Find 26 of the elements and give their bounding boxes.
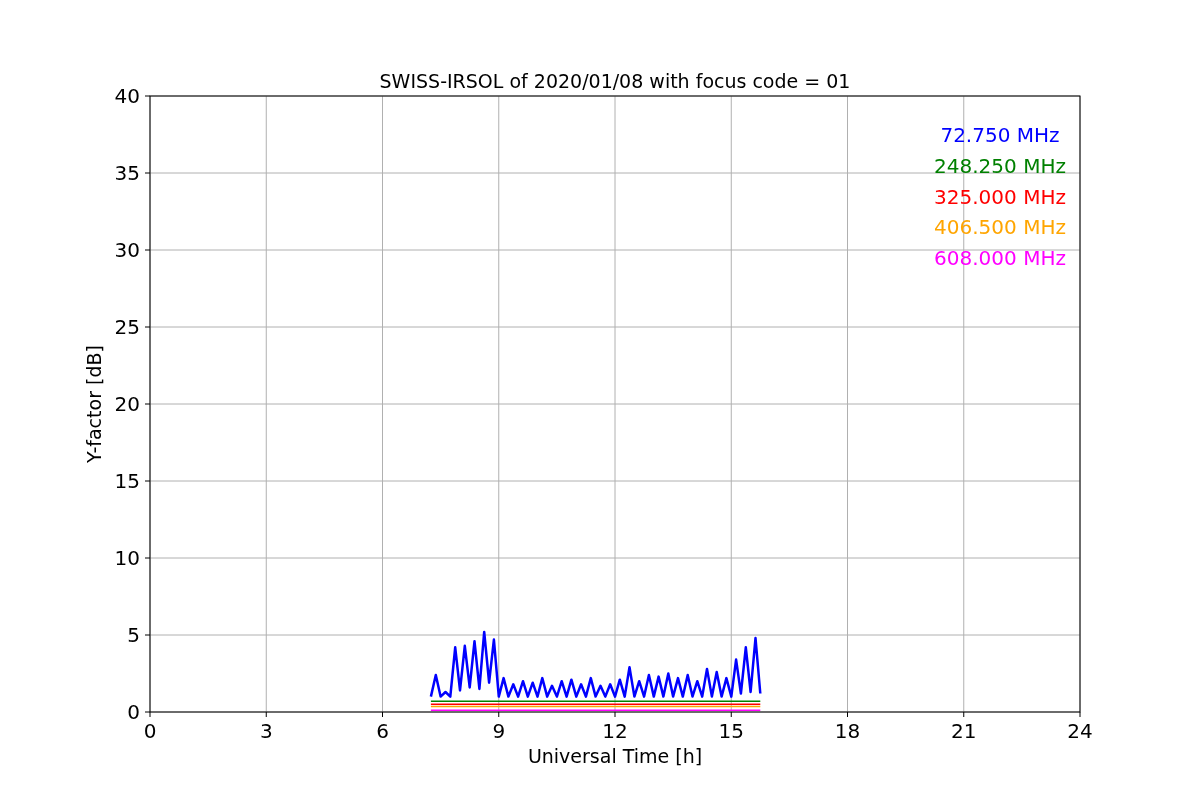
y-tick-label: 15 xyxy=(114,469,140,493)
x-tick-label: 18 xyxy=(834,719,861,743)
y-tick-label: 0 xyxy=(127,700,140,724)
legend-label: 608.000 MHz xyxy=(934,246,1066,271)
y-tick-label: 40 xyxy=(114,84,140,108)
y-tick-label: 10 xyxy=(114,546,140,570)
x-tick-label: 21 xyxy=(951,719,977,743)
x-tick-label: 6 xyxy=(376,719,389,743)
y-tick-label: 30 xyxy=(114,238,140,262)
y-axis-label: Y-factor [dB] xyxy=(83,345,105,463)
x-tick-label: 9 xyxy=(492,719,506,743)
x-tick-label: 0 xyxy=(143,719,157,743)
x-tick-label: 12 xyxy=(602,719,628,743)
legend-label: 72.750 MHz xyxy=(940,123,1060,147)
y-tick-label: 35 xyxy=(114,161,140,185)
legend-label: 248.250 MHz xyxy=(934,153,1066,178)
x-axis-label: Universal Time [h] xyxy=(527,745,703,767)
x-tick-label: 15 xyxy=(718,719,744,743)
y-tick-label: 25 xyxy=(114,315,140,339)
legend-label: 325.000 MHz xyxy=(934,184,1066,209)
legend-label: 406.500 MHz xyxy=(934,215,1066,240)
y-tick-label: 20 xyxy=(114,392,140,416)
x-tick-label: 24 xyxy=(1067,719,1093,743)
x-tick-label: 3 xyxy=(259,719,273,743)
chart-title: SWISS-IRSOL of 2020/01/08 with focus code = 01 xyxy=(379,70,851,92)
y-tick-label: 5 xyxy=(127,623,140,647)
